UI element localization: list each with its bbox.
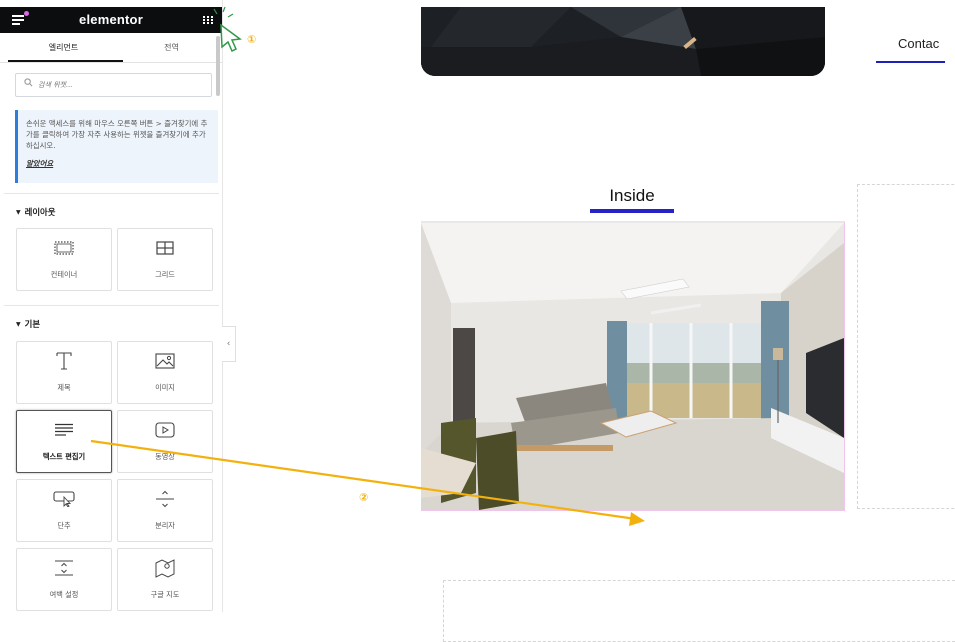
search-icon (24, 78, 33, 90)
heading-icon (17, 352, 111, 370)
divider (4, 305, 219, 306)
search-input[interactable] (36, 77, 205, 93)
step-1-marker: ① (247, 33, 257, 46)
widget-label: 분리자 (155, 521, 175, 530)
container-icon (17, 239, 111, 257)
section-basic-title: 기본 (24, 319, 41, 329)
widget-label: 그리드 (155, 270, 175, 279)
architecture-photo (421, 7, 825, 76)
widget-text-editor[interactable]: 텍스트 편집기 (16, 410, 112, 473)
tab-elements[interactable]: 엘리먼트 (8, 42, 119, 53)
living-room-image[interactable] (421, 221, 845, 511)
widget-divider[interactable]: 분리자 (117, 479, 213, 542)
notice-dismiss-link[interactable]: 알았어요 (26, 158, 53, 169)
image-icon (118, 352, 212, 370)
panel-tabs: 엘리먼트 전역 (0, 36, 222, 63)
collapse-panel-button[interactable]: ‹ (222, 326, 236, 362)
divider-icon (118, 490, 212, 508)
brand-logo: elementor (79, 12, 143, 27)
widgets-grid-icon[interactable] (203, 16, 213, 24)
widget-heading[interactable]: 제목 (16, 341, 112, 404)
widget-label: 구글 지도 (150, 590, 180, 599)
widget-label: 여백 설정 (49, 590, 79, 599)
section-layout-title: 레이아웃 (24, 207, 56, 217)
panel-scrollbar[interactable] (216, 36, 220, 96)
inside-heading[interactable]: Inside (590, 186, 674, 206)
widget-image[interactable]: 이미지 (117, 341, 213, 404)
caret-down-icon: ▼ (16, 209, 21, 216)
tab-global[interactable]: 전역 (116, 42, 222, 53)
spacer-icon (17, 559, 111, 577)
step-2-marker: ② (359, 491, 369, 504)
chevron-left-icon: ‹ (226, 339, 231, 349)
drag-arrow-head (629, 512, 645, 526)
widget-label: 텍스트 편집기 (42, 452, 86, 461)
elementor-panel: elementor 엘리먼트 전역 손쉬운 액세스를 위해 마우스 오른쪽 버튼… (0, 0, 223, 612)
top-architecture-image[interactable] (421, 7, 825, 76)
widget-grid[interactable]: 그리드 (117, 228, 213, 291)
widget-label: 동영상 (155, 452, 175, 461)
favorites-notice: 손쉬운 액세스를 위해 마우스 오른쪽 버튼 > 즐겨찾기에 추가를 클릭하여 … (15, 110, 218, 183)
contact-heading[interactable]: Contac (898, 36, 939, 51)
divider (4, 193, 219, 194)
section-layout-header[interactable]: ▼ 레이아웃 (16, 206, 55, 218)
video-icon (118, 421, 212, 439)
caret-down-icon: ▼ (16, 321, 21, 328)
widget-video[interactable]: 동영상 (117, 410, 213, 473)
active-tab-indicator (8, 60, 123, 62)
panel-header: elementor (0, 7, 222, 33)
section-basic-header[interactable]: ▼ 기본 (16, 318, 40, 330)
widget-button[interactable]: 단추 (16, 479, 112, 542)
notice-text: 손쉬운 액세스를 위해 마우스 오른쪽 버튼 > 즐겨찾기에 추가를 클릭하여 … (26, 119, 208, 150)
empty-container-right[interactable] (857, 184, 955, 509)
grid-layout-icon (118, 239, 212, 257)
widget-label: 이미지 (155, 383, 175, 392)
widget-container[interactable]: 컨테이너 (16, 228, 112, 291)
inside-underline (590, 209, 674, 213)
text-editor-icon (17, 421, 111, 439)
widget-google-maps[interactable]: 구글 지도 (117, 548, 213, 611)
widget-label: 컨테이너 (50, 270, 78, 279)
widget-label: 단추 (57, 521, 71, 530)
widget-spacer[interactable]: 여백 설정 (16, 548, 112, 611)
widget-label: 제목 (57, 383, 71, 392)
living-room-photo (421, 223, 844, 510)
empty-container-bottom[interactable] (443, 580, 955, 642)
cursor-pointer-icon (220, 23, 242, 53)
contact-underline (876, 61, 945, 63)
widget-search (15, 73, 212, 97)
button-icon (17, 490, 111, 508)
map-icon (118, 559, 212, 578)
